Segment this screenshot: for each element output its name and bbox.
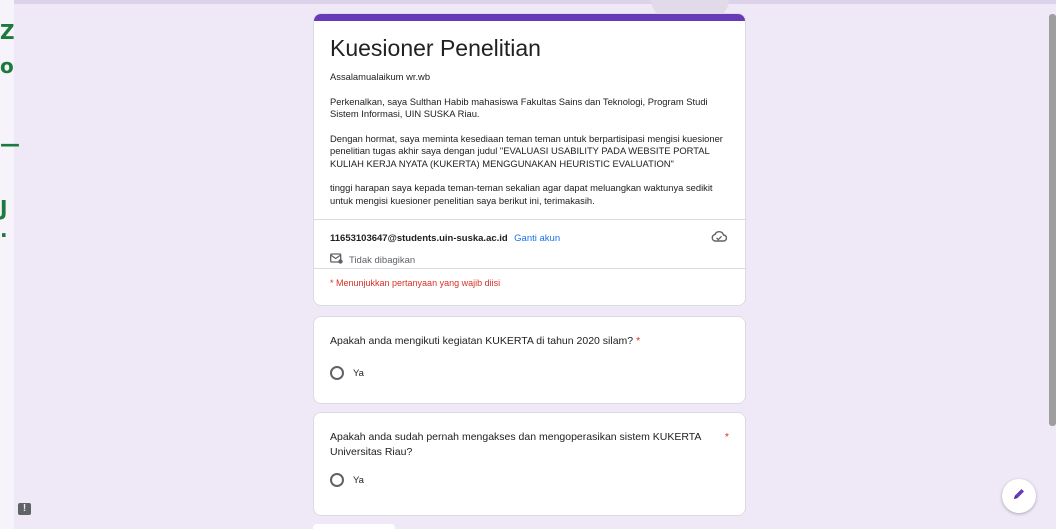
not-shared-icon	[330, 253, 343, 267]
option-label: Ya	[353, 474, 364, 486]
radio-button[interactable]	[330, 366, 344, 380]
form-title: Kuesioner Penelitian	[330, 35, 541, 61]
strip-glyph: J	[0, 196, 8, 220]
report-icon[interactable]: !	[18, 503, 31, 515]
description-paragraph: Assalamualaikum wr.wb	[330, 71, 431, 82]
description-paragraph: Perkenalkan, saya Sulthan Habib mahasisw…	[330, 95, 708, 120]
radio-button[interactable]	[330, 473, 344, 487]
question-label: Apakah anda mengikuti kegiatan KUKERTA d…	[330, 335, 634, 347]
not-shared-label: Tidak dibagikan	[349, 254, 416, 266]
question-text: Apakah anda sudah pernah mengakses dan m…	[314, 413, 745, 460]
top-border	[0, 0, 1056, 4]
not-shared-status: Tidak dibagikan	[330, 253, 729, 267]
question-card: Apakah anda mengikuti kegiatan KUKERTA d…	[313, 316, 746, 404]
radio-option-ya[interactable]: Ya	[314, 473, 745, 487]
description-paragraph: tinggi harapan saya kepada teman-teman s…	[330, 182, 713, 206]
next-card-edge	[313, 524, 395, 529]
switch-account-link[interactable]: Ganti akun	[514, 233, 560, 244]
question-label: Apakah anda sudah pernah mengakses dan m…	[330, 431, 701, 458]
cloud-saved-icon[interactable]	[711, 229, 728, 247]
scrollbar[interactable]	[1049, 14, 1056, 426]
required-note: * Menunjukkan pertanyaan yang wajib diis…	[330, 278, 501, 288]
strip-glyph: o	[0, 54, 14, 78]
strip-glyph: —	[0, 132, 20, 156]
header-accent-bar	[314, 14, 745, 21]
question-text: Apakah anda mengikuti kegiatan KUKERTA d…	[314, 317, 745, 349]
account-email: 11653103647@students.uin-suska.ac.id	[330, 233, 508, 244]
pencil-icon	[1012, 487, 1026, 506]
radio-option-ya[interactable]: Ya	[314, 366, 745, 380]
edit-button[interactable]	[1002, 479, 1036, 513]
form-header-card: Kuesioner Penelitian Assalamualaikum wr.…	[313, 13, 746, 306]
option-label: Ya	[353, 367, 364, 379]
required-asterisk: *	[636, 335, 641, 347]
strip-glyph: .	[0, 218, 8, 242]
required-asterisk: *	[724, 431, 729, 443]
question-card: Apakah anda sudah pernah mengakses dan m…	[313, 412, 746, 516]
account-row: 11653103647@students.uin-suska.ac.id Gan…	[314, 220, 745, 268]
description-paragraph: Dengan hormat, saya meminta kesediaan te…	[330, 132, 723, 169]
left-background-strip: Z o — J .	[0, 0, 20, 529]
strip-glyph: Z	[0, 20, 15, 44]
form-description: Assalamualaikum wr.wb Perkenalkan, saya …	[314, 63, 745, 207]
